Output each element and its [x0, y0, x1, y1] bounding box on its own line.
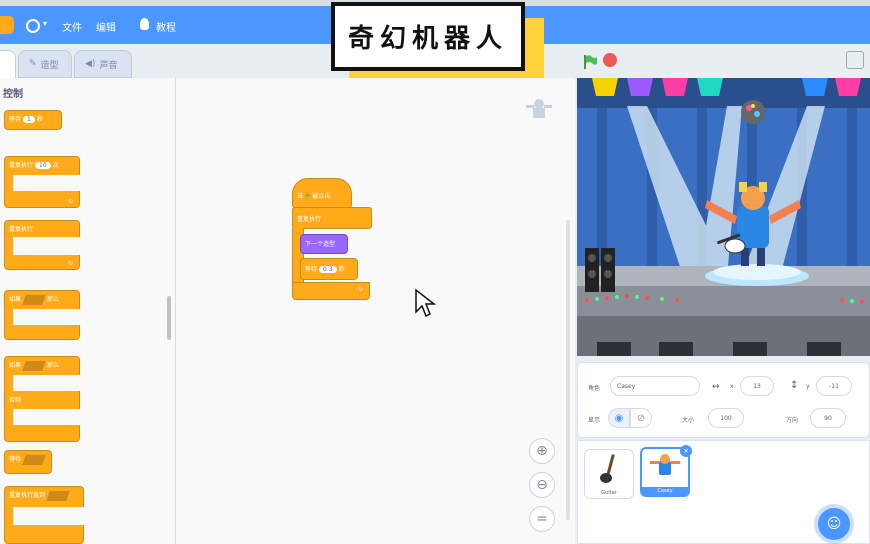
- globe-icon[interactable]: [26, 19, 40, 33]
- block-label: 等待: [9, 116, 22, 123]
- x-arrows-icon: ↔: [712, 382, 720, 392]
- block-label: 当: [297, 193, 304, 200]
- forever-block[interactable]: 重复执行: [292, 207, 372, 229]
- palette-repeat-until-block[interactable]: 重复执行直到: [4, 486, 85, 544]
- condition-slot[interactable]: [22, 294, 46, 305]
- sprite-tile-guitar[interactable]: Guitar: [584, 449, 634, 499]
- when-flag-clicked-block[interactable]: 当 ⚑ 被点击: [292, 178, 352, 208]
- condition-slot[interactable]: [46, 490, 70, 501]
- menu-file[interactable]: 文件: [62, 19, 82, 34]
- x-input[interactable]: 13: [740, 376, 774, 396]
- script-area[interactable]: 当 ⚑ 被点击 重复执行 下一个造型 等待 0.3 秒 ↻ ⊕ ⊖ =: [176, 78, 575, 544]
- direction-label: 方向: [786, 417, 799, 424]
- block-label: 如果: [9, 296, 22, 303]
- x-label: x: [730, 383, 734, 390]
- tab-code[interactable]: [0, 50, 16, 78]
- mouse-cursor-icon: [415, 288, 436, 318]
- script-area-scrollbar[interactable]: [566, 220, 570, 520]
- green-flag-icon: ⚑: [304, 193, 311, 200]
- size-label: 大小: [682, 417, 695, 424]
- block-label: 重复执行直到: [9, 492, 46, 499]
- tab-costumes-label: 造型: [40, 60, 59, 71]
- loop-arrow-icon: ↻: [67, 198, 73, 205]
- y-arrows-icon: ↕: [790, 380, 799, 391]
- palette-repeat-block[interactable]: 重复执行 10 次 ↻: [4, 156, 81, 208]
- zoom-in-icon[interactable]: ⊕: [529, 438, 555, 464]
- stage-header: [576, 44, 870, 78]
- block-label: 等待: [305, 266, 318, 273]
- condition-slot[interactable]: [22, 454, 46, 465]
- sprite-name-input[interactable]: Casey: [610, 376, 700, 396]
- zoom-out-icon[interactable]: ⊖: [529, 472, 555, 498]
- overlay-title: 奇幻机器人: [347, 24, 508, 54]
- next-costume-block[interactable]: 下一个造型: [300, 234, 348, 254]
- block-input[interactable]: 10: [35, 162, 51, 169]
- wait-input[interactable]: 0.3: [319, 266, 337, 273]
- palette-if-else-block[interactable]: 如果 那么 否则: [4, 356, 81, 442]
- palette-if-block[interactable]: 如果 那么: [4, 290, 81, 340]
- delete-icon[interactable]: ×: [680, 445, 692, 457]
- speaker-icon: ◀): [85, 59, 96, 69]
- block-palette: 控制 等待 1 秒 重复执行 10 次 ↻ 重复执行 ↻ 如果 那么 如果 那么 否则 等待…: [0, 78, 176, 544]
- show-label: 显示: [588, 417, 601, 424]
- y-label: y: [806, 383, 810, 390]
- chevron-down-icon[interactable]: ▾: [43, 19, 47, 28]
- palette-wait-until-block[interactable]: 等待: [4, 450, 52, 474]
- menu-edit[interactable]: 编辑: [96, 19, 116, 34]
- palette-scrollbar[interactable]: [167, 296, 171, 340]
- y-input[interactable]: -11: [816, 376, 852, 396]
- fullscreen-icon[interactable]: [846, 51, 864, 69]
- sprite-name-label: 角色: [588, 385, 601, 392]
- tab-costumes[interactable]: ✎ 造型: [18, 50, 72, 78]
- block-label: 如果: [9, 362, 22, 369]
- sprite-tile-casey[interactable]: Casey ×: [640, 445, 692, 497]
- loop-arrow-icon: ↻: [357, 286, 363, 293]
- block-label: 等待: [9, 456, 22, 463]
- editor-tabs: ✎ 造型 ◀) 声音: [0, 50, 175, 78]
- palette-wait-block[interactable]: 等待 1 秒: [4, 110, 62, 130]
- forever-block-bottom: ↻: [292, 282, 370, 300]
- block-label: 下一个造型: [305, 241, 336, 248]
- category-title: 控制: [3, 89, 23, 100]
- block-label: 秒: [338, 266, 345, 273]
- block-label: 次: [52, 162, 59, 169]
- tab-sounds[interactable]: ◀) 声音: [74, 50, 132, 78]
- direction-input[interactable]: 90: [810, 408, 846, 428]
- block-label: 否则: [9, 397, 22, 404]
- block-label: 重复执行: [9, 226, 34, 233]
- sprite-tile-name: Casey: [642, 487, 688, 495]
- eye-icon[interactable]: ◉: [608, 408, 630, 428]
- current-sprite-thumbnail: [526, 99, 552, 118]
- block-label: 秒: [36, 116, 43, 123]
- condition-slot[interactable]: [22, 360, 46, 371]
- stage-canvas[interactable]: [577, 78, 870, 356]
- sprite-tile-name: Guitar: [601, 490, 617, 496]
- brush-icon: ✎: [29, 59, 37, 69]
- block-input[interactable]: 1: [23, 116, 35, 123]
- scratch-logo[interactable]: [0, 16, 14, 34]
- eye-hidden-icon[interactable]: ⊘: [630, 408, 652, 428]
- lightbulb-icon[interactable]: [140, 18, 149, 30]
- block-label: 重复执行: [297, 216, 322, 223]
- menu-tutorials[interactable]: 教程: [156, 19, 176, 34]
- block-label: 重复执行: [9, 162, 34, 169]
- size-input[interactable]: 100: [708, 408, 744, 428]
- guitar-icon: [600, 454, 615, 483]
- block-label: 那么: [47, 362, 60, 369]
- palette-forever-block[interactable]: 重复执行 ↻: [4, 220, 81, 270]
- tab-sounds-label: 声音: [99, 60, 118, 71]
- sprite-info-pane: 角色 Casey ↔ x 13 ↕ y -11 显示 ◉ ⊘ 大小 100 方向…: [577, 362, 870, 438]
- overlay-title-box: 奇幻机器人: [331, 2, 525, 71]
- green-flag-icon[interactable]: [582, 54, 598, 70]
- block-label: 那么: [47, 296, 60, 303]
- block-label: 被点击: [312, 193, 331, 200]
- add-sprite-icon[interactable]: ☺: [818, 508, 850, 540]
- loop-arrow-icon: ↻: [67, 260, 73, 267]
- stop-icon[interactable]: [603, 53, 617, 67]
- zoom-reset-icon[interactable]: =: [529, 506, 555, 532]
- wait-block[interactable]: 等待 0.3 秒: [300, 258, 358, 280]
